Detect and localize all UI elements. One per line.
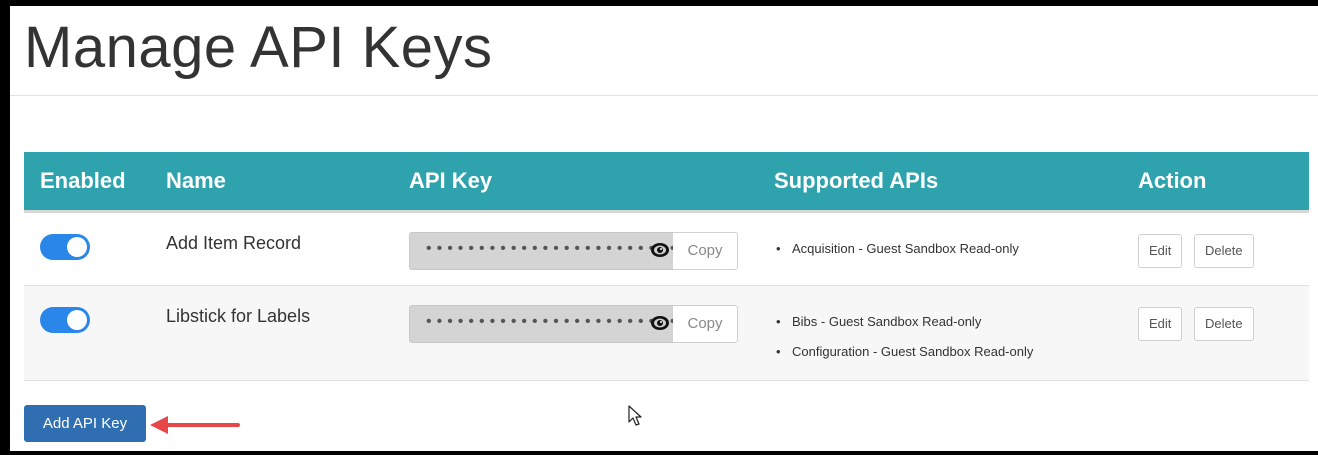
list-item: Acquisition - Guest Sandbox Read-only — [776, 241, 1019, 271]
header-supported-apis: Supported APIs — [774, 168, 939, 193]
page-title: Manage API Keys — [24, 15, 493, 80]
copy-button[interactable]: Copy — [673, 232, 738, 270]
enabled-toggle[interactable] — [40, 234, 90, 260]
api-key-group: ••••••••••••••••••••••••• Copy — [409, 232, 739, 270]
screenshot-frame-bottom — [0, 451, 1318, 455]
key-name: Libstick for Labels — [166, 306, 311, 326]
eye-icon[interactable] — [650, 314, 670, 332]
supported-apis-list: Acquisition - Guest Sandbox Read-only — [776, 241, 1019, 271]
table-row: Add Item Record ••••••••••••••••••••••••… — [24, 213, 1309, 286]
key-name: Add Item Record — [166, 233, 302, 253]
eye-icon[interactable] — [650, 241, 670, 259]
header-name: Name — [166, 168, 226, 193]
title-divider — [10, 95, 1318, 96]
add-api-key-button[interactable]: Add API Key — [24, 405, 146, 442]
copy-button[interactable]: Copy — [673, 305, 738, 343]
table-header: Enabled Name API Key Supported APIs Acti… — [24, 152, 1309, 213]
header-action: Action — [1138, 168, 1207, 193]
header-api-key: API Key — [409, 168, 493, 193]
api-key-group: ••••••••••••••••••••••••• Copy — [409, 305, 739, 343]
screenshot-frame-top — [0, 0, 1318, 6]
supported-apis-list: Bibs - Guest Sandbox Read-only Configura… — [776, 314, 1033, 374]
enabled-toggle[interactable] — [40, 307, 90, 333]
toggle-knob — [67, 310, 87, 330]
list-item: Bibs - Guest Sandbox Read-only — [776, 314, 1033, 344]
list-item: Configuration - Guest Sandbox Read-only — [776, 344, 1033, 374]
api-key-field[interactable]: ••••••••••••••••••••••••• — [409, 232, 688, 270]
edit-button[interactable]: Edit — [1138, 307, 1183, 341]
mouse-cursor-icon — [628, 405, 642, 426]
red-arrow-icon — [150, 416, 240, 434]
toggle-knob — [67, 237, 87, 257]
header-enabled: Enabled — [40, 168, 126, 193]
table-row: Libstick for Labels ••••••••••••••••••••… — [24, 286, 1309, 381]
screenshot-frame-left — [0, 0, 10, 455]
edit-button[interactable]: Edit — [1138, 234, 1183, 268]
api-keys-table: Enabled Name API Key Supported APIs Acti… — [24, 152, 1309, 381]
delete-button[interactable]: Delete — [1194, 307, 1254, 341]
api-key-field[interactable]: ••••••••••••••••••••••••• — [409, 305, 688, 343]
delete-button[interactable]: Delete — [1194, 234, 1254, 268]
